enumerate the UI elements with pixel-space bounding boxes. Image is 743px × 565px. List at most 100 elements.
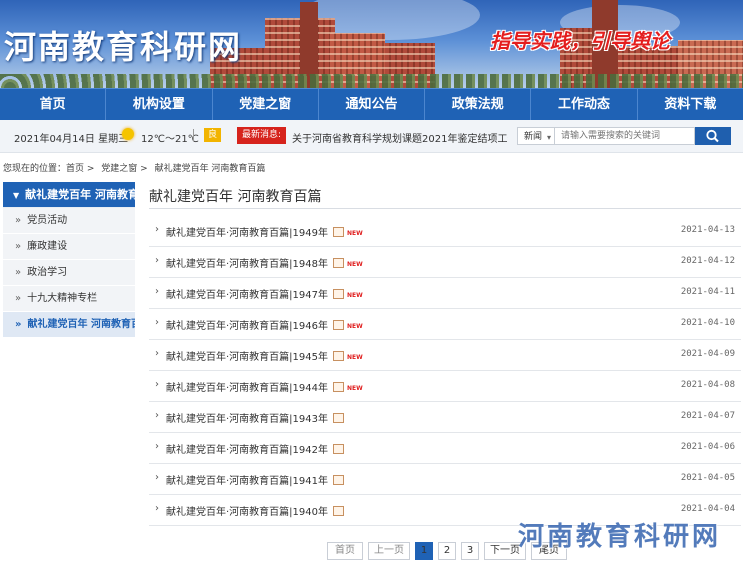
image-icon xyxy=(333,444,344,454)
nav-party-building[interactable]: 党建之窗 xyxy=(213,89,319,120)
chevron-right-icon: › xyxy=(155,317,159,328)
article-date: 2021-04-06 xyxy=(680,442,735,452)
info-bar: 2021年04月14日 星期三 12℃～21℃ 良 最新消息: 关于河南省教育科… xyxy=(0,120,743,153)
article-date: 2021-04-07 xyxy=(680,411,735,421)
new-badge: NEW xyxy=(347,384,363,392)
article-title[interactable]: 献礼建党百年·河南教育百篇|1949年 NEW xyxy=(166,224,363,239)
nav-home[interactable]: 首页 xyxy=(0,89,107,120)
divider xyxy=(149,208,741,209)
article-date: 2021-04-09 xyxy=(680,349,735,359)
sidebar-item-label: 党员活动 xyxy=(27,215,68,226)
air-quality-badge: 良 xyxy=(204,128,221,142)
chevron-right-icon: › xyxy=(155,348,159,359)
sidebar-header-label: 献礼建党百年 河南教育百篇 xyxy=(25,188,135,201)
article-title-text: 献礼建党百年·河南教育百篇|1946年 xyxy=(166,321,328,332)
nav-downloads[interactable]: 资料下载 xyxy=(638,89,743,120)
sun-icon xyxy=(122,128,134,140)
article-date: 2021-04-08 xyxy=(680,380,735,390)
article-title[interactable]: 献礼建党百年·河南教育百篇|1944年 NEW xyxy=(166,379,363,394)
search-button[interactable] xyxy=(695,127,731,145)
chevron-right-icon: › xyxy=(155,472,159,483)
caret-down-icon: ▼ xyxy=(13,191,20,200)
chevron-right-icon: » xyxy=(15,215,22,226)
article-row[interactable]: › 献礼建党百年·河南教育百篇|1945年 NEW 2021-04-09 xyxy=(149,340,741,371)
slogan: 指导实践，引导舆论 xyxy=(490,29,670,53)
page-title: 献礼建党百年 河南教育百篇 xyxy=(149,189,322,205)
article-title-text: 献礼建党百年·河南教育百篇|1948年 xyxy=(166,259,328,270)
image-icon xyxy=(333,351,344,361)
article-row[interactable]: › 献礼建党百年·河南教育百篇|1941年 2021-04-05 xyxy=(149,464,741,495)
chevron-right-icon: › xyxy=(155,379,159,390)
article-row[interactable]: › 献礼建党百年·河南教育百篇|1946年 NEW 2021-04-10 xyxy=(149,309,741,340)
article-row[interactable]: › 献礼建党百年·河南教育百篇|1948年 NEW 2021-04-12 xyxy=(149,247,741,278)
sidebar-header: ▼ 献礼建党百年 河南教育百篇 xyxy=(3,182,135,208)
article-date: 2021-04-10 xyxy=(680,318,735,328)
main-nav: 首页 机构设置 党建之窗 通知公告 政策法规 工作动态 资料下载 xyxy=(0,88,743,120)
chevron-right-icon: › xyxy=(155,503,159,514)
chevron-down-icon: ▾ xyxy=(546,133,551,142)
new-badge: NEW xyxy=(347,229,363,237)
sidebar-item-political-study[interactable]: » 政治学习 xyxy=(3,260,135,286)
image-icon xyxy=(333,413,344,423)
chevron-right-icon: › xyxy=(155,286,159,297)
article-row[interactable]: › 献礼建党百年·河南教育百篇|1947年 NEW 2021-04-11 xyxy=(149,278,741,309)
search-icon xyxy=(706,129,719,143)
image-icon xyxy=(333,506,344,516)
article-date: 2021-04-04 xyxy=(680,504,735,514)
search-scope-select[interactable]: 新闻 ▾ xyxy=(517,127,555,145)
sidebar: ▼ 献礼建党百年 河南教育百篇 » 党员活动 » 廉政建设 » 政治学习 » 十九大精神专… xyxy=(3,182,135,338)
search-input[interactable] xyxy=(555,127,695,145)
nav-organization[interactable]: 机构设置 xyxy=(106,89,213,120)
chevron-right-icon: » xyxy=(15,241,22,252)
chevron-right-icon: › xyxy=(155,410,159,421)
page-2-button[interactable]: 2 xyxy=(438,542,456,560)
current-date: 2021年04月14日 星期三 xyxy=(14,134,129,145)
sidebar-item-centenary[interactable]: » 献礼建党百年 河南教育百篇 xyxy=(3,312,135,338)
image-icon xyxy=(333,382,344,392)
temperature: 12℃～21℃ xyxy=(141,134,199,145)
article-title[interactable]: 献礼建党百年·河南教育百篇|1943年 xyxy=(166,410,344,425)
breadcrumb-home[interactable]: 您现在的位置：首页 > xyxy=(3,164,94,174)
page-1-button[interactable]: 1 xyxy=(415,542,433,560)
chevron-right-icon: › xyxy=(155,224,159,235)
nav-work-news[interactable]: 工作动态 xyxy=(531,89,638,120)
article-title[interactable]: 献礼建党百年·河南教育百篇|1941年 xyxy=(166,472,344,487)
article-title-text: 献礼建党百年·河南教育百篇|1942年 xyxy=(166,445,328,456)
new-badge: NEW xyxy=(347,322,363,330)
sidebar-item-integrity[interactable]: » 廉政建设 xyxy=(3,234,135,260)
article-date: 2021-04-05 xyxy=(680,473,735,483)
breadcrumb-current[interactable]: 献礼建党百年 河南教育百篇 xyxy=(155,164,266,174)
article-row[interactable]: › 献礼建党百年·河南教育百篇|1944年 NEW 2021-04-08 xyxy=(149,371,741,402)
article-title-text: 献礼建党百年·河南教育百篇|1945年 xyxy=(166,352,328,363)
article-title[interactable]: 献礼建党百年·河南教育百篇|1948年 NEW xyxy=(166,255,363,270)
sidebar-item-party-activities[interactable]: » 党员活动 xyxy=(3,208,135,234)
first-page-button[interactable]: 首页 xyxy=(327,542,363,560)
article-title[interactable]: 献礼建党百年·河南教育百篇|1942年 xyxy=(166,441,344,456)
article-row[interactable]: › 献礼建党百年·河南教育百篇|1943年 2021-04-07 xyxy=(149,402,741,433)
article-title[interactable]: 献礼建党百年·河南教育百篇|1945年 NEW xyxy=(166,348,363,363)
article-title[interactable]: 献礼建党百年·河南教育百篇|1940年 xyxy=(166,503,344,518)
article-title[interactable]: 献礼建党百年·河南教育百篇|1946年 NEW xyxy=(166,317,363,332)
article-title-text: 献礼建党百年·河南教育百篇|1949年 xyxy=(166,228,328,239)
prev-page-button[interactable]: 上一页 xyxy=(368,542,410,560)
chevron-right-icon: » xyxy=(15,319,22,330)
breadcrumb-party[interactable]: 党建之窗 > xyxy=(101,164,147,174)
nav-policies[interactable]: 政策法规 xyxy=(425,89,532,120)
latest-news-link[interactable]: 关于河南省教育科学规划课题2021年鉴定结项工作… xyxy=(292,130,508,145)
page-3-button[interactable]: 3 xyxy=(461,542,479,560)
article-row[interactable]: › 献礼建党百年·河南教育百篇|1942年 2021-04-06 xyxy=(149,433,741,464)
article-row[interactable]: › 献礼建党百年·河南教育百篇|1949年 NEW 2021-04-13 xyxy=(149,216,741,247)
divider xyxy=(193,129,194,141)
article-date: 2021-04-13 xyxy=(680,225,735,235)
sidebar-item-label: 献礼建党百年 河南教育百篇 xyxy=(27,319,135,330)
sidebar-item-19th-congress[interactable]: » 十九大精神专栏 xyxy=(3,286,135,312)
chevron-right-icon: » xyxy=(15,267,22,278)
article-date: 2021-04-12 xyxy=(680,256,735,266)
search-scope-value: 新闻 xyxy=(524,132,543,142)
sidebar-item-label: 十九大精神专栏 xyxy=(27,293,98,304)
article-title[interactable]: 献礼建党百年·河南教育百篇|1947年 NEW xyxy=(166,286,363,301)
site-logo[interactable]: 河南教育科研网 xyxy=(4,22,242,68)
article-title-text: 献礼建党百年·河南教育百篇|1943年 xyxy=(166,414,328,425)
nav-notices[interactable]: 通知公告 xyxy=(319,89,426,120)
image-icon xyxy=(333,258,344,268)
